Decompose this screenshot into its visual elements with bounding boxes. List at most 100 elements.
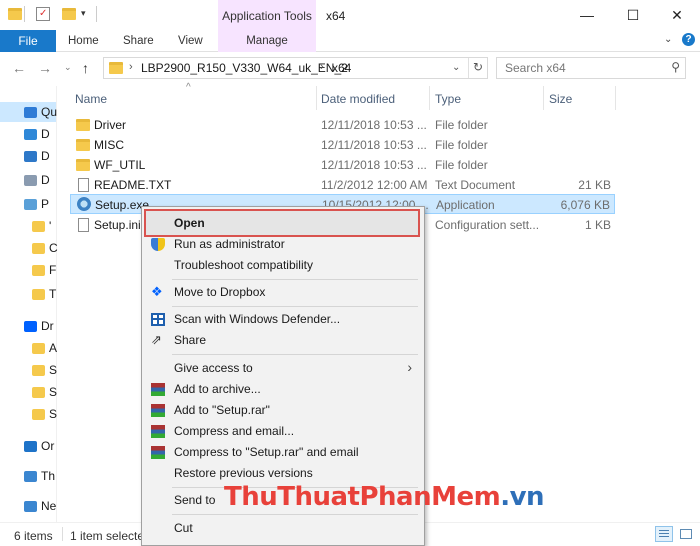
nav-item[interactable]: T	[0, 286, 56, 304]
window-title: x64	[326, 9, 346, 23]
column-divider[interactable]	[615, 86, 616, 110]
selection-count: 1 item selected	[70, 529, 151, 543]
watermark-part: PhanMem	[359, 482, 501, 512]
file-date: 11/2/2012 12:00 AM	[321, 178, 428, 192]
menu-item-give-access[interactable]: Give access to ›	[142, 358, 424, 379]
address-bar[interactable]: › LBP2900_R150_V330_W64_uk_EN_2 › x64 ⌄ …	[103, 57, 488, 79]
folder-icon	[32, 365, 45, 376]
menu-item-open[interactable]: Open	[142, 213, 424, 234]
menu-item-label: Add to "Setup.rar"	[174, 403, 270, 417]
file-name: Driver	[94, 118, 126, 132]
nav-item[interactable]: C	[0, 240, 58, 258]
new-folder-icon[interactable]	[62, 8, 76, 20]
menu-item-label: Run as administrator	[174, 237, 285, 251]
breadcrumb-item[interactable]: LBP2900_R150_V330_W64_uk_EN_2	[141, 61, 348, 75]
file-name: MISC	[94, 138, 124, 152]
chevron-right-icon[interactable]: ›	[320, 61, 324, 73]
menu-item-cut[interactable]: Cut	[142, 518, 424, 539]
nav-item[interactable]: S	[0, 384, 58, 402]
tab-file[interactable]: File	[0, 30, 56, 52]
minimize-button[interactable]: —	[564, 0, 610, 30]
column-divider[interactable]	[316, 86, 317, 110]
refresh-icon[interactable]: ↻	[473, 60, 483, 74]
chevron-down-icon[interactable]: ⌄	[452, 62, 460, 73]
column-header-size[interactable]: Size	[549, 92, 572, 106]
network-icon	[24, 501, 37, 512]
file-row[interactable]: Driver 12/11/2018 10:53 ... File folder	[70, 115, 615, 135]
column-header-type[interactable]: Type	[435, 92, 461, 106]
large-icons-view-icon[interactable]	[677, 526, 695, 542]
tab-home[interactable]: Home	[68, 30, 99, 52]
maximize-button[interactable]: ☐	[610, 0, 656, 30]
nav-item[interactable]: Ne	[0, 498, 56, 516]
search-input[interactable]: Search x64 ⚲	[496, 57, 686, 79]
customize-toolbar-icon[interactable]: ▾	[81, 8, 86, 19]
tab-view[interactable]: View	[178, 30, 203, 52]
file-date: 12/11/2018 10:53 ...	[321, 138, 427, 152]
menu-item-share[interactable]: ⇗ Share	[142, 330, 424, 351]
application-tools-label: Application Tools	[218, 0, 316, 30]
column-header-date[interactable]: Date modified	[321, 92, 395, 106]
column-divider[interactable]	[429, 86, 430, 110]
nav-item[interactable]: '	[0, 218, 56, 236]
pane-divider[interactable]	[56, 86, 57, 522]
nav-item[interactable]: D	[0, 172, 56, 190]
folder-icon	[32, 409, 45, 420]
nav-item-label: S	[49, 385, 58, 399]
recent-locations-icon[interactable]: ⌄	[64, 62, 72, 73]
up-icon[interactable]: ↑	[82, 60, 89, 76]
menu-item-restore[interactable]: Restore previous versions	[142, 463, 424, 484]
column-header-name[interactable]: Name	[75, 92, 107, 106]
download-icon	[24, 151, 37, 162]
file-row[interactable]: WF_UTIL 12/11/2018 10:53 ... File folder	[70, 155, 615, 175]
details-view-icon[interactable]	[655, 526, 673, 542]
nav-item[interactable]: Th	[0, 468, 56, 486]
back-icon[interactable]: ←	[12, 60, 26, 76]
tab-share[interactable]: Share	[123, 30, 154, 52]
column-divider[interactable]	[543, 86, 544, 110]
menu-item-add-archive[interactable]: Add to archive...	[142, 379, 424, 400]
file-date: 12/11/2018 10:53 ...	[321, 118, 427, 132]
nav-item[interactable]: Dr	[0, 318, 56, 336]
menu-item-label: Share	[174, 333, 207, 347]
nav-item[interactable]: D	[0, 126, 56, 144]
properties-icon[interactable]: ✓	[36, 7, 50, 21]
tab-manage[interactable]: Manage	[218, 30, 316, 52]
nav-item[interactable]: A	[0, 340, 57, 358]
menu-item-run-as-admin[interactable]: Run as administrator	[142, 234, 424, 255]
file-name: Setup.ini	[94, 218, 141, 232]
nav-item[interactable]: Qu	[0, 104, 57, 122]
close-button[interactable]: ✕	[654, 0, 700, 30]
sort-indicator-icon: ^	[186, 82, 191, 93]
folder-icon	[8, 8, 22, 20]
nav-item[interactable]: F	[0, 262, 56, 280]
breadcrumb-item[interactable]: x64	[332, 61, 351, 75]
nav-item-label: Th	[41, 469, 56, 483]
watermark-part: .vn	[500, 482, 545, 512]
nav-item[interactable]: S	[0, 362, 57, 380]
file-size: 6,076 KB	[560, 198, 610, 212]
menu-item-dropbox[interactable]: ❖ Move to Dropbox	[142, 282, 424, 303]
nav-item[interactable]: D	[0, 148, 56, 166]
help-icon[interactable]: ?	[682, 33, 695, 46]
file-row[interactable]: MISC 12/11/2018 10:53 ... File folder	[70, 135, 615, 155]
nav-item[interactable]: Or	[0, 438, 56, 456]
menu-item-defender[interactable]: Scan with Windows Defender...	[142, 309, 424, 330]
winrar-icon	[151, 404, 165, 417]
item-count: 6 items	[14, 529, 53, 543]
menu-item-add-rar[interactable]: Add to "Setup.rar"	[142, 400, 424, 421]
chevron-right-icon[interactable]: ›	[129, 61, 133, 73]
menu-separator	[172, 354, 418, 355]
search-icon[interactable]: ⚲	[671, 60, 680, 74]
nav-item-label: Ne	[41, 499, 57, 513]
nav-item[interactable]: S	[0, 406, 57, 424]
file-row[interactable]: README.TXT 11/2/2012 12:00 AM Text Documen…	[70, 175, 615, 195]
menu-item-label: Open	[174, 216, 205, 230]
expand-ribbon-icon[interactable]: ⌄	[664, 34, 672, 45]
menu-item-troubleshoot[interactable]: Troubleshoot compatibility	[142, 255, 424, 276]
menu-item-compress-email[interactable]: Compress and email...	[142, 421, 424, 442]
menu-item-compress-rar-email[interactable]: Compress to "Setup.rar" and email	[142, 442, 424, 463]
forward-icon[interactable]: →	[38, 60, 52, 76]
file-type: File folder	[435, 118, 488, 132]
nav-item[interactable]: P	[0, 196, 56, 214]
